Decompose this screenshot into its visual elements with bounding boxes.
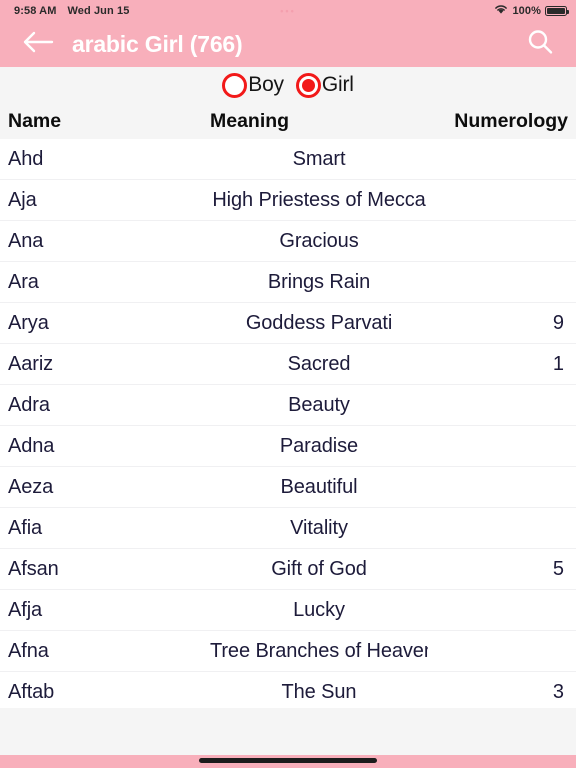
cell-numerology: 1 bbox=[552, 352, 564, 375]
status-time: 9:58 AM bbox=[14, 5, 57, 17]
gender-radio-group: Boy Girl bbox=[0, 67, 576, 103]
table-row[interactable]: Adna Paradise bbox=[0, 426, 576, 467]
cell-meaning: Beauty bbox=[288, 393, 350, 416]
cell-name: Ana bbox=[8, 229, 44, 252]
cell-meaning: The Sun bbox=[281, 680, 357, 703]
cell-meaning: Sacred bbox=[287, 352, 351, 375]
wifi-icon bbox=[494, 4, 508, 18]
radio-option-girl[interactable]: Girl bbox=[295, 72, 354, 98]
cell-meaning: High Priestess of Mecca bbox=[212, 188, 426, 211]
cell-name: Aja bbox=[8, 188, 37, 211]
status-center-dots: ••• bbox=[280, 6, 296, 16]
cell-name: Adra bbox=[8, 393, 50, 416]
table-row[interactable]: Aeza Beautiful bbox=[0, 467, 576, 508]
cell-name: Aariz bbox=[8, 352, 54, 375]
back-button[interactable] bbox=[18, 25, 58, 65]
cell-meaning: Goddess Parvati bbox=[245, 311, 393, 334]
table-row[interactable]: Afia Vitality bbox=[0, 508, 576, 549]
radio-girl-label: Girl bbox=[321, 73, 354, 96]
cell-meaning: Lucky bbox=[293, 598, 345, 621]
cell-meaning: Paradise bbox=[279, 434, 359, 457]
cell-meaning: Gracious bbox=[279, 229, 359, 252]
cell-numerology: 5 bbox=[552, 557, 564, 580]
cell-name: Arya bbox=[8, 311, 49, 334]
bottom-padding bbox=[0, 708, 576, 755]
navigation-bar: arabic Girl (766) bbox=[0, 22, 576, 67]
cell-meaning: Brings Rain bbox=[267, 270, 371, 293]
names-list[interactable]: Ahd Smart Aja High Priestess of Mecca Ana Gra… bbox=[0, 139, 576, 708]
home-indicator[interactable] bbox=[199, 758, 377, 763]
cell-name: Adna bbox=[8, 434, 55, 457]
battery-full-icon bbox=[545, 6, 570, 16]
cell-name: Aftab bbox=[8, 680, 55, 703]
table-row[interactable]: Ahd Smart bbox=[0, 139, 576, 180]
cell-numerology: 3 bbox=[552, 680, 564, 703]
cell-numerology: 9 bbox=[552, 311, 564, 334]
table-header-row: Name Meaning Numerology bbox=[0, 103, 576, 139]
table-row[interactable]: Ara Brings Rain bbox=[0, 262, 576, 303]
home-bar bbox=[0, 755, 576, 768]
cell-meaning: Beautiful bbox=[280, 475, 358, 498]
search-icon bbox=[525, 27, 555, 62]
table-row[interactable]: Aftab The Sun 3 bbox=[0, 672, 576, 708]
cell-name: Ahd bbox=[8, 147, 44, 170]
cell-name: Afna bbox=[8, 639, 49, 662]
table-row[interactable]: Aja High Priestess of Mecca bbox=[0, 180, 576, 221]
column-header-meaning: Meaning bbox=[210, 109, 290, 132]
cell-meaning: Tree Branches of Heaven bbox=[210, 639, 428, 662]
cell-name: Afja bbox=[8, 598, 43, 621]
arrow-left-icon bbox=[21, 29, 55, 60]
table-row[interactable]: Afja Lucky bbox=[0, 590, 576, 631]
cell-name: Afia bbox=[8, 516, 43, 539]
table-row[interactable]: Ana Gracious bbox=[0, 221, 576, 262]
radio-boy-circle-icon[interactable] bbox=[222, 72, 248, 98]
column-header-name: Name bbox=[8, 109, 62, 132]
table-row[interactable]: Aariz Sacred 1 bbox=[0, 344, 576, 385]
status-right-cluster: 100% bbox=[494, 4, 570, 18]
page-title: arabic Girl (766) bbox=[72, 31, 243, 57]
status-date: Wed Jun 15 bbox=[67, 5, 130, 17]
table-row[interactable]: Afsan Gift of God 5 bbox=[0, 549, 576, 590]
table-row[interactable]: Adra Beauty bbox=[0, 385, 576, 426]
search-button[interactable] bbox=[520, 25, 560, 65]
cell-meaning: Gift of God bbox=[271, 557, 367, 580]
status-bar: 9:58 AM Wed Jun 15 ••• 100% bbox=[0, 0, 576, 22]
cell-name: Ara bbox=[8, 270, 39, 293]
cell-name: Afsan bbox=[8, 557, 59, 580]
cell-meaning: Vitality bbox=[290, 516, 348, 539]
column-header-numerology: Numerology bbox=[454, 109, 568, 132]
radio-option-boy[interactable]: Boy bbox=[222, 72, 284, 98]
battery-percent: 100% bbox=[512, 5, 541, 17]
table-row[interactable]: Arya Goddess Parvati 9 bbox=[0, 303, 576, 344]
radio-boy-label: Boy bbox=[248, 73, 284, 96]
cell-meaning: Smart bbox=[292, 147, 346, 170]
cell-name: Aeza bbox=[8, 475, 54, 498]
app-screen: 9:58 AM Wed Jun 15 ••• 100% arabic Girl … bbox=[0, 0, 576, 768]
table-row[interactable]: Afna Tree Branches of Heaven bbox=[0, 631, 576, 672]
radio-girl-circle-icon[interactable] bbox=[295, 72, 321, 98]
